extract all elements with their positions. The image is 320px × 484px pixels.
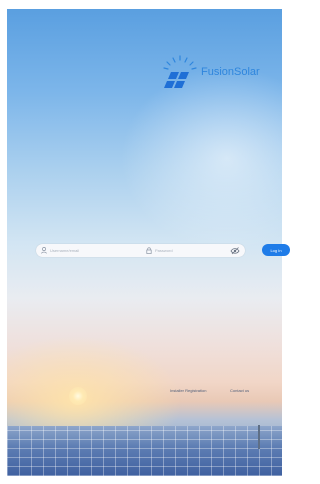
eye-icon[interactable] (230, 246, 240, 255)
login-button[interactable]: Log In (262, 244, 290, 256)
fusionsolar-logo-icon (163, 55, 197, 88)
installer-registration-link[interactable]: Installer Registration (170, 388, 206, 393)
brand-name: FusionSolar (201, 66, 260, 78)
login-form (36, 244, 245, 257)
wind-turbine (258, 425, 260, 449)
solar-panels (7, 426, 282, 476)
username-input[interactable] (47, 245, 130, 256)
login-screen: FusionSolar Log In Installer Registratio… (0, 0, 291, 484)
sun (69, 387, 87, 405)
password-field (146, 244, 226, 257)
password-input[interactable] (152, 245, 226, 256)
fusionsolar-logo: FusionSolar (160, 54, 265, 92)
username-field (41, 244, 141, 257)
contact-us-link[interactable]: Contact us (230, 388, 249, 393)
